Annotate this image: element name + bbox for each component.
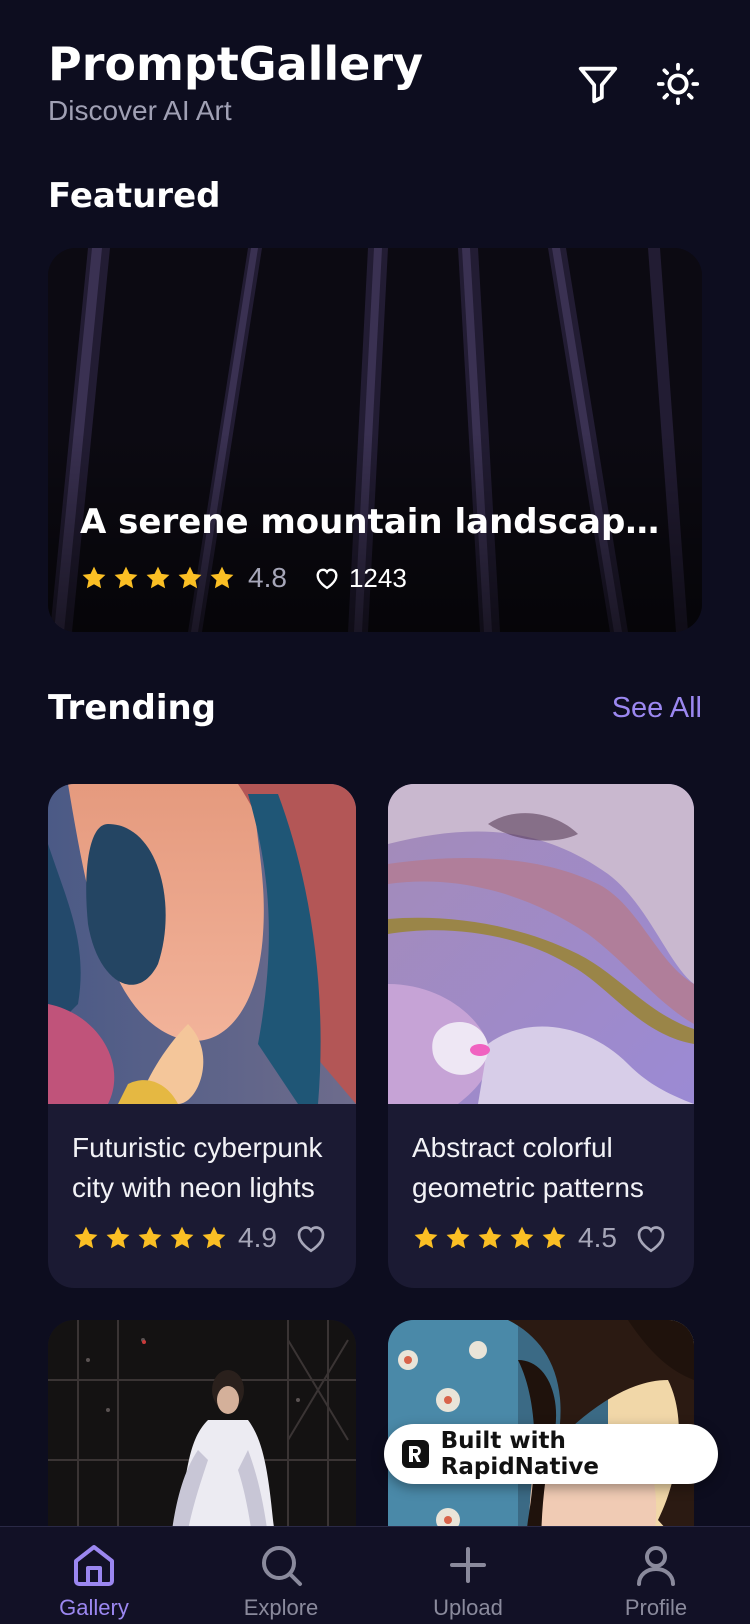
- featured-rating: 4.8: [248, 562, 287, 593]
- featured-caption: A serene mountain landscape at sunset: [80, 502, 670, 542]
- featured-stars: [80, 564, 236, 592]
- user-icon: [637, 1546, 675, 1586]
- card-caption: Futuristic cyberpunk city with neon ligh…: [72, 1132, 323, 1203]
- card-rating: 4.5: [578, 1222, 617, 1253]
- filter-icon: [578, 66, 618, 104]
- tab-upload[interactable]: Upload: [398, 1541, 538, 1621]
- card-meta: 4.9: [72, 1220, 332, 1256]
- app-subtitle: Discover AI Art: [48, 95, 232, 126]
- card-caption: Abstract colorful geometric patterns: [412, 1132, 644, 1203]
- tab-profile[interactable]: Profile: [586, 1541, 726, 1621]
- heart-icon: [297, 1226, 325, 1253]
- art-card[interactable]: Futuristic cyberpunk city with neon ligh…: [48, 784, 356, 1288]
- featured-section-title: Featured: [48, 176, 221, 216]
- star-icon: [176, 564, 204, 592]
- star-icon: [444, 1224, 472, 1252]
- plus-icon: [450, 1547, 486, 1583]
- built-with-badge[interactable]: Built with RapidNative: [384, 1424, 718, 1484]
- star-icon: [80, 564, 108, 592]
- star-icon: [168, 1224, 196, 1252]
- star-icon: [136, 1224, 164, 1252]
- star-icon: [72, 1224, 100, 1252]
- home-icon: [74, 1545, 114, 1586]
- star-icon: [112, 564, 140, 592]
- card-image: [388, 784, 694, 1104]
- featured-card[interactable]: A serene mountain landscape at sunset 4.…: [48, 248, 702, 632]
- tab-label: Explore: [243, 1595, 319, 1620]
- tab-explore[interactable]: Explore: [211, 1541, 351, 1621]
- heart-icon: [637, 1226, 665, 1253]
- filter-button[interactable]: [574, 60, 622, 108]
- theme-toggle-button[interactable]: [654, 60, 702, 108]
- badge-label: Built with RapidNative: [440, 1428, 599, 1480]
- rapidnative-logo-icon: [402, 1440, 429, 1468]
- featured-meta: 4.8 1243: [80, 560, 407, 596]
- art-card[interactable]: Abstract colorful geometric patterns 4.5: [388, 784, 694, 1288]
- header: PromptGallery Discover AI Art: [48, 36, 423, 128]
- trending-section-title: Trending: [48, 688, 217, 728]
- card-stars: [72, 1224, 228, 1252]
- card-meta: 4.5: [412, 1220, 670, 1256]
- tab-label: Upload: [433, 1595, 503, 1620]
- like-button[interactable]: [633, 1220, 669, 1256]
- tab-gallery[interactable]: Gallery: [24, 1541, 164, 1621]
- card-rating: 4.9: [238, 1222, 277, 1253]
- like-button[interactable]: [293, 1220, 329, 1256]
- star-icon: [208, 564, 236, 592]
- star-icon: [540, 1224, 568, 1252]
- featured-likes-count: 1243: [348, 562, 407, 593]
- star-icon: [508, 1224, 536, 1252]
- see-all-link[interactable]: See All: [612, 690, 702, 726]
- search-icon: [262, 1546, 302, 1586]
- card-stars: [412, 1224, 568, 1252]
- tab-label: Gallery: [59, 1595, 129, 1620]
- tab-label: Profile: [624, 1595, 688, 1620]
- star-icon: [476, 1224, 504, 1252]
- star-icon: [412, 1224, 440, 1252]
- featured-likes[interactable]: 1243: [313, 563, 407, 594]
- star-icon: [200, 1224, 228, 1252]
- sun-icon: [656, 62, 700, 106]
- star-icon: [144, 564, 172, 592]
- card-body: Abstract colorful geometric patterns 4.5: [388, 1104, 694, 1288]
- card-image: [48, 784, 356, 1104]
- card-body: Futuristic cyberpunk city with neon ligh…: [48, 1104, 356, 1288]
- heart-icon: [316, 568, 338, 590]
- app-title: PromptGallery: [48, 37, 424, 91]
- star-icon: [104, 1224, 132, 1252]
- bottom-tab-bar: Gallery Explore Upload Profile: [0, 1526, 750, 1624]
